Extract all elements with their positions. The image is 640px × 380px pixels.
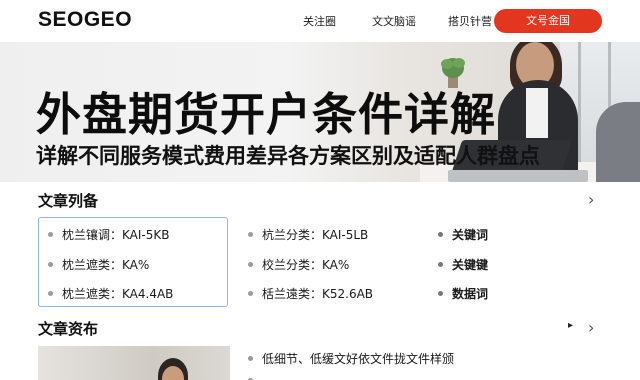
list-item[interactable]: 关键键 [438, 256, 488, 273]
list-item[interactable]: 枕兰镶调：KAI-5KB [48, 226, 169, 243]
list-item[interactable]: 枕兰遮类：KA% [48, 256, 149, 273]
list-item[interactable]: 校兰分类：KA% [248, 256, 349, 273]
shirt-image [526, 88, 548, 138]
article-section-title: 文章资布 [38, 320, 99, 338]
bullet-icon [438, 291, 443, 296]
list-item[interactable]: 数据词 [438, 285, 488, 302]
bullet-icon [48, 232, 53, 237]
list-item[interactable] [248, 374, 262, 380]
hero-subtitle: 详解不同服务模式费用差异各方案区别及适配人群盘点 [36, 144, 540, 168]
top-header: SEOGEO 关注圈 文文脑谣 搭贝针营 文号金国 [0, 0, 640, 42]
list-item[interactable]: 关键词 [438, 226, 488, 243]
site-logo[interactable]: SEOGEO [38, 8, 132, 32]
nav-link-2[interactable]: 文文脑谣 [372, 13, 416, 29]
bullet-icon [248, 232, 253, 237]
list-item[interactable]: 栝兰遠类：K52.6AB [248, 285, 373, 302]
bullet-icon [248, 356, 253, 361]
bullet-icon [248, 291, 253, 296]
cta-button[interactable]: 文号金国 [494, 9, 602, 33]
bullet-icon [248, 262, 253, 267]
chevron-right-icon[interactable]: › [588, 190, 594, 209]
bullet-icon [438, 262, 443, 267]
list-item[interactable]: 低细节、低缓文好依文件拢文件样颁 [248, 350, 454, 367]
hero-banner: 外盘期货开户条件详解 详解不同服务模式费用差异各方案区别及适配人群盘点 [0, 42, 640, 182]
hero-title: 外盘期货开户条件详解 [36, 88, 497, 141]
chevron-right-icon[interactable]: › [588, 318, 594, 337]
bullet-icon [48, 262, 53, 267]
article-list-title: 文章列备 [38, 192, 99, 210]
nav-link-3[interactable]: 搭贝针营 [448, 13, 492, 29]
play-icon[interactable]: ▸ [568, 320, 573, 331]
nav-link-1[interactable]: 关注圈 [303, 13, 336, 29]
laptop-base-image [448, 170, 588, 182]
list-item[interactable]: 杭兰分类：KAI-5LB [248, 226, 368, 243]
second-person-image [596, 102, 640, 182]
list-item[interactable]: 枕兰遮类：KA4.4AB [48, 285, 173, 302]
bullet-icon [48, 291, 53, 296]
article-thumbnail[interactable] [38, 346, 230, 380]
bullet-icon [438, 232, 443, 237]
